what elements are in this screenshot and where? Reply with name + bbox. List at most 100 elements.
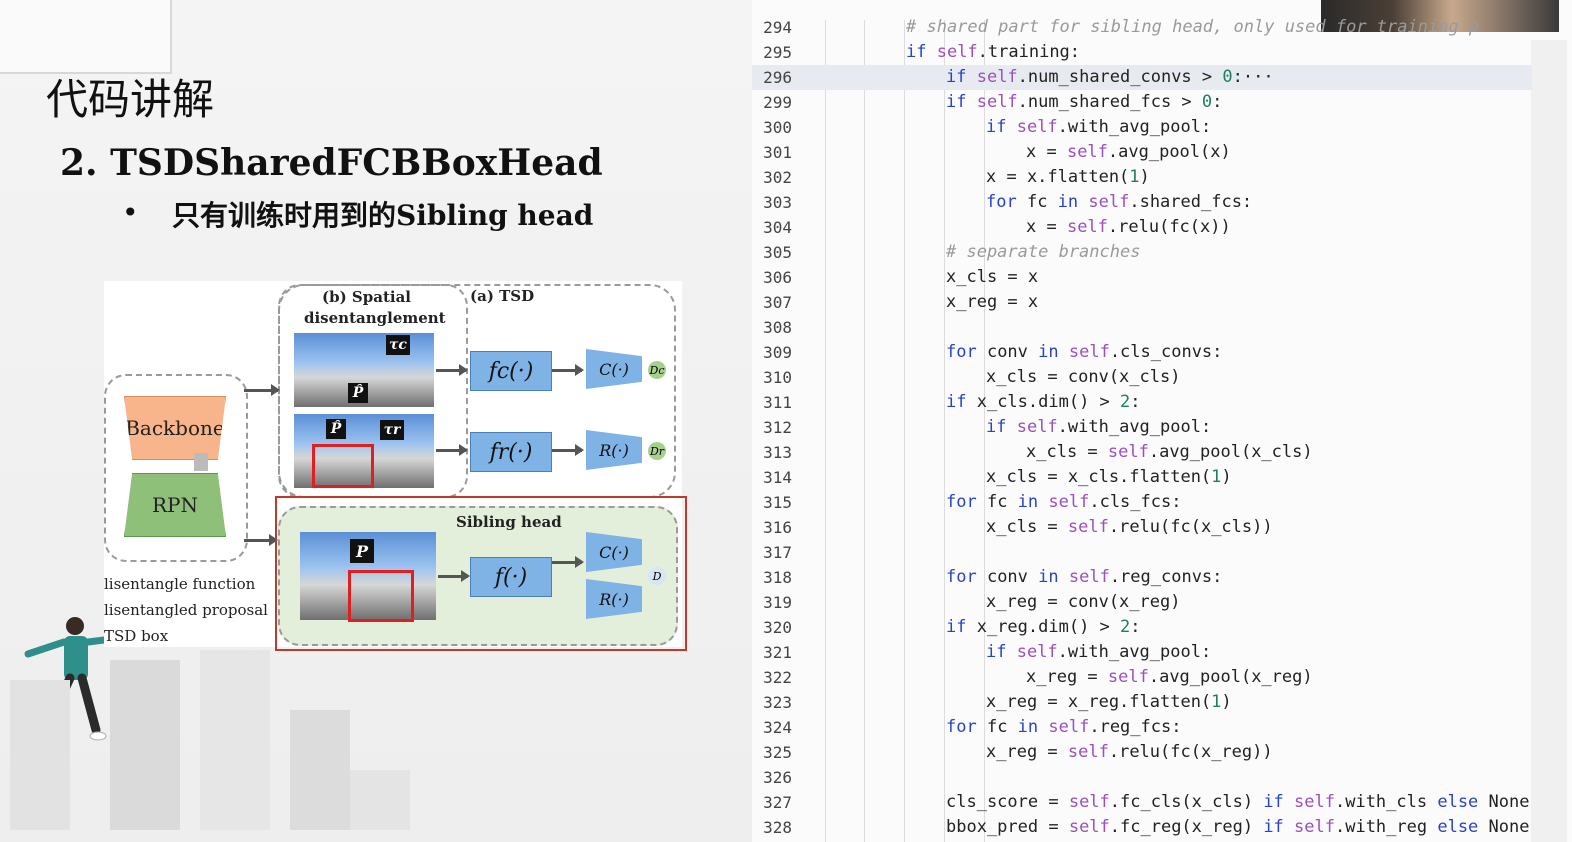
code-text: x_cls = self.avg_pool(x_cls): [1026, 442, 1313, 462]
code-text: if self.with_avg_pool:: [986, 117, 1212, 137]
fc-block: fc(·): [470, 351, 552, 391]
line-number: 305: [763, 243, 792, 262]
line-number: 319: [763, 593, 792, 612]
code-line[interactable]: 299 if self.num_shared_fcs > 0:: [752, 90, 1532, 115]
code-text: x_reg = x: [946, 292, 1039, 312]
code-text: # separate branches: [946, 242, 1141, 262]
code-line[interactable]: 312 if self.with_avg_pool:: [752, 415, 1532, 440]
line-number: 310: [763, 368, 792, 387]
slide-title: 代码讲解: [46, 75, 215, 124]
code-line[interactable]: 308: [752, 315, 1532, 340]
line-number: 304: [763, 218, 792, 237]
line-number: 313: [763, 443, 792, 462]
code-line[interactable]: 307 x_reg = x: [752, 290, 1532, 315]
code-text: x_cls = x_cls.flatten(1): [986, 467, 1232, 487]
slide-corner-box: [0, 0, 172, 74]
line-number: 309: [763, 343, 792, 362]
code-line[interactable]: 303 for fc in self.shared_fcs:: [752, 190, 1532, 215]
line-number: 323: [763, 693, 792, 712]
spatial-label-2: disentanglement: [304, 309, 446, 327]
legend-line-3: TSD box: [104, 627, 169, 645]
code-line[interactable]: 325 x_reg = self.relu(fc(x_reg)): [752, 740, 1532, 765]
code-text: x = self.avg_pool(x): [1026, 142, 1231, 162]
code-line[interactable]: 295 if self.training:: [752, 40, 1532, 65]
line-number: 300: [763, 118, 792, 137]
code-text: bbox_pred = self.fc_reg(x_reg) if self.w…: [946, 817, 1530, 837]
line-number: 296: [763, 68, 792, 87]
code-text: x_cls = x: [946, 267, 1039, 287]
code-text: cls_score = self.fc_cls(x_cls) if self.w…: [946, 792, 1530, 812]
arrow-2: [552, 364, 584, 376]
code-line[interactable]: 321 if self.with_avg_pool:: [752, 640, 1532, 665]
line-number: 307: [763, 293, 792, 312]
line-number: 295: [763, 43, 792, 62]
code-line[interactable]: 315 for fc in self.cls_fcs:: [752, 490, 1532, 515]
editor-scrollbar[interactable]: [1531, 40, 1567, 842]
line-number: 326: [763, 768, 792, 787]
code-line[interactable]: 296 if self.num_shared_convs > 0:···: [752, 65, 1532, 90]
code-line[interactable]: 323 x_reg = x_reg.flatten(1): [752, 690, 1532, 715]
line-number: 314: [763, 468, 792, 487]
line-number: 311: [763, 393, 792, 412]
line-number: 318: [763, 568, 792, 587]
code-line[interactable]: 326: [752, 765, 1532, 790]
code-text: x_reg = self.avg_pool(x_reg): [1026, 667, 1313, 687]
code-text: x_reg = self.relu(fc(x_reg)): [986, 742, 1273, 762]
sibling-highlight-frame: [275, 496, 687, 651]
code-line[interactable]: 305 # separate branches: [752, 240, 1532, 265]
code-line[interactable]: 327 cls_score = self.fc_cls(x_cls) if sel…: [752, 790, 1532, 815]
code-line[interactable]: 318 for conv in self.reg_convs:: [752, 565, 1532, 590]
backbone-block: Backbone: [124, 396, 226, 460]
code-text: for conv in self.reg_convs:: [946, 567, 1223, 587]
p-hat-tag-2: P̂: [326, 419, 346, 439]
line-number: 306: [763, 268, 792, 287]
line-number: 322: [763, 668, 792, 687]
code-line[interactable]: 320 if x_reg.dim() > 2:: [752, 615, 1532, 640]
line-number: 301: [763, 143, 792, 162]
code-line[interactable]: 313 x_cls = self.avg_pool(x_cls): [752, 440, 1532, 465]
arrow-3: [436, 444, 468, 456]
code-line[interactable]: 304 x = self.relu(fc(x)): [752, 215, 1532, 240]
code-line[interactable]: 314 x_cls = x_cls.flatten(1): [752, 465, 1532, 490]
code-line[interactable]: 322 x_reg = self.avg_pool(x_reg): [752, 665, 1532, 690]
line-number: 299: [763, 93, 792, 112]
line-number: 320: [763, 618, 792, 637]
code-line[interactable]: 294 # shared part for sibling head, only …: [752, 15, 1532, 40]
line-number: 317: [763, 543, 792, 562]
line-number: 325: [763, 743, 792, 762]
line-number: 316: [763, 518, 792, 537]
code-line[interactable]: 311 if x_cls.dim() > 2:: [752, 390, 1532, 415]
code-text: x_cls = self.relu(fc(x_cls)): [986, 517, 1273, 537]
code-line[interactable]: 302 x = x.flatten(1): [752, 165, 1532, 190]
code-text: if self.num_shared_fcs > 0:: [946, 92, 1223, 112]
code-text: if self.training:: [906, 42, 1081, 62]
code-line[interactable]: 319 x_reg = conv(x_reg): [752, 590, 1532, 615]
arrow-1: [436, 364, 468, 376]
code-line[interactable]: 309 for conv in self.cls_convs:: [752, 340, 1532, 365]
code-text: if self.num_shared_convs > 0:···: [946, 67, 1274, 87]
line-number: 302: [763, 168, 792, 187]
legend-line-2: lisentangled proposal: [104, 601, 268, 619]
code-line[interactable]: 310 x_cls = conv(x_cls): [752, 365, 1532, 390]
spatial-label-1: (b) Spatial: [322, 288, 411, 306]
line-number: 324: [763, 718, 792, 737]
double-arrow-icon: [194, 453, 208, 471]
proposal-redbox-1: [312, 444, 374, 488]
code-line[interactable]: 317: [752, 540, 1532, 565]
decorative-3d-letters: [10, 650, 410, 830]
code-text: for conv in self.cls_convs:: [946, 342, 1223, 362]
code-line[interactable]: 328 bbox_pred = self.fc_reg(x_reg) if sel…: [752, 815, 1532, 840]
arrow-4: [552, 444, 584, 456]
code-line[interactable]: 324 for fc in self.reg_fcs:: [752, 715, 1532, 740]
dr-circle: Dr: [648, 442, 666, 460]
code-line[interactable]: 316 x_cls = self.relu(fc(x_cls)): [752, 515, 1532, 540]
code-line[interactable]: 301 x = self.avg_pool(x): [752, 140, 1532, 165]
code-line[interactable]: 306 x_cls = x: [752, 265, 1532, 290]
code-text: if self.with_avg_pool:: [986, 642, 1212, 662]
code-text: x_reg = x_reg.flatten(1): [986, 692, 1232, 712]
code-text: # shared part for sibling head, only use…: [906, 17, 1480, 37]
line-number: 315: [763, 493, 792, 512]
fr-block: fr(·): [470, 432, 552, 472]
line-number: 327: [763, 793, 792, 812]
code-line[interactable]: 300 if self.with_avg_pool:: [752, 115, 1532, 140]
